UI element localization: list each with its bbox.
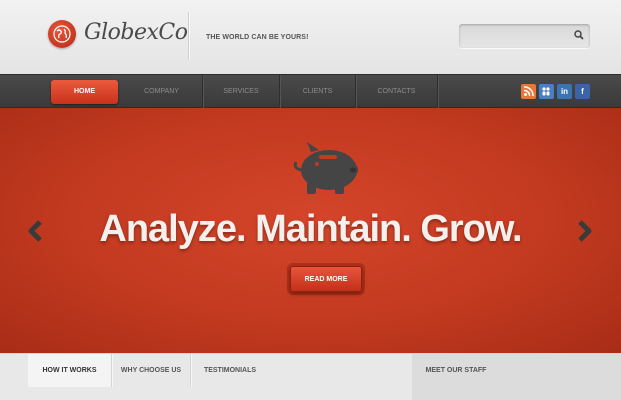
- prev-arrow-icon[interactable]: [26, 220, 46, 242]
- divider: [188, 12, 189, 60]
- header: GlobexCo THE WORLD CAN BE YOURS!: [0, 0, 621, 74]
- meet-our-staff-heading: MEET OUR STAFF: [425, 367, 487, 374]
- globe-logo-icon[interactable]: [48, 20, 76, 48]
- nav-item-services[interactable]: SERVICES: [203, 75, 280, 108]
- myspace-icon[interactable]: [539, 84, 554, 99]
- nav-item-company[interactable]: COMPANY: [121, 75, 203, 108]
- search-box[interactable]: [459, 24, 590, 48]
- next-arrow-icon[interactable]: [574, 220, 594, 242]
- nav-item-home[interactable]: HOME: [51, 80, 118, 104]
- tab-testimonials[interactable]: TESTIMONIALS: [191, 354, 269, 387]
- nav-item-contacts[interactable]: CONTACTS: [356, 75, 438, 108]
- bottom-tabs: HOW IT WORKS WHY CHOOSE US TESTIMONIALS …: [0, 353, 621, 400]
- search-icon[interactable]: [574, 30, 584, 40]
- main-nav: HOME COMPANY SERVICES CLIENTS CONTACTS i…: [0, 74, 621, 108]
- staff-section: MEET OUR STAFF: [412, 354, 621, 400]
- hero-slider: Analyze. Maintain. Grow. READ MORE: [0, 108, 621, 353]
- rss-icon[interactable]: [521, 84, 536, 99]
- tagline: THE WORLD CAN BE YOURS!: [206, 34, 309, 41]
- logo-text[interactable]: GlobexCo: [84, 20, 188, 45]
- piggy-bank-icon: [293, 142, 358, 194]
- tab-how-it-works[interactable]: HOW IT WORKS: [28, 354, 111, 387]
- hero-headline: Analyze. Maintain. Grow.: [99, 208, 522, 250]
- read-more-button[interactable]: READ MORE: [290, 266, 362, 292]
- facebook-icon[interactable]: f: [575, 84, 590, 99]
- nav-item-clients[interactable]: CLIENTS: [280, 75, 356, 108]
- search-input[interactable]: [465, 28, 565, 44]
- tab-why-choose-us[interactable]: WHY CHOOSE US: [112, 354, 190, 387]
- linkedin-icon[interactable]: in: [557, 84, 572, 99]
